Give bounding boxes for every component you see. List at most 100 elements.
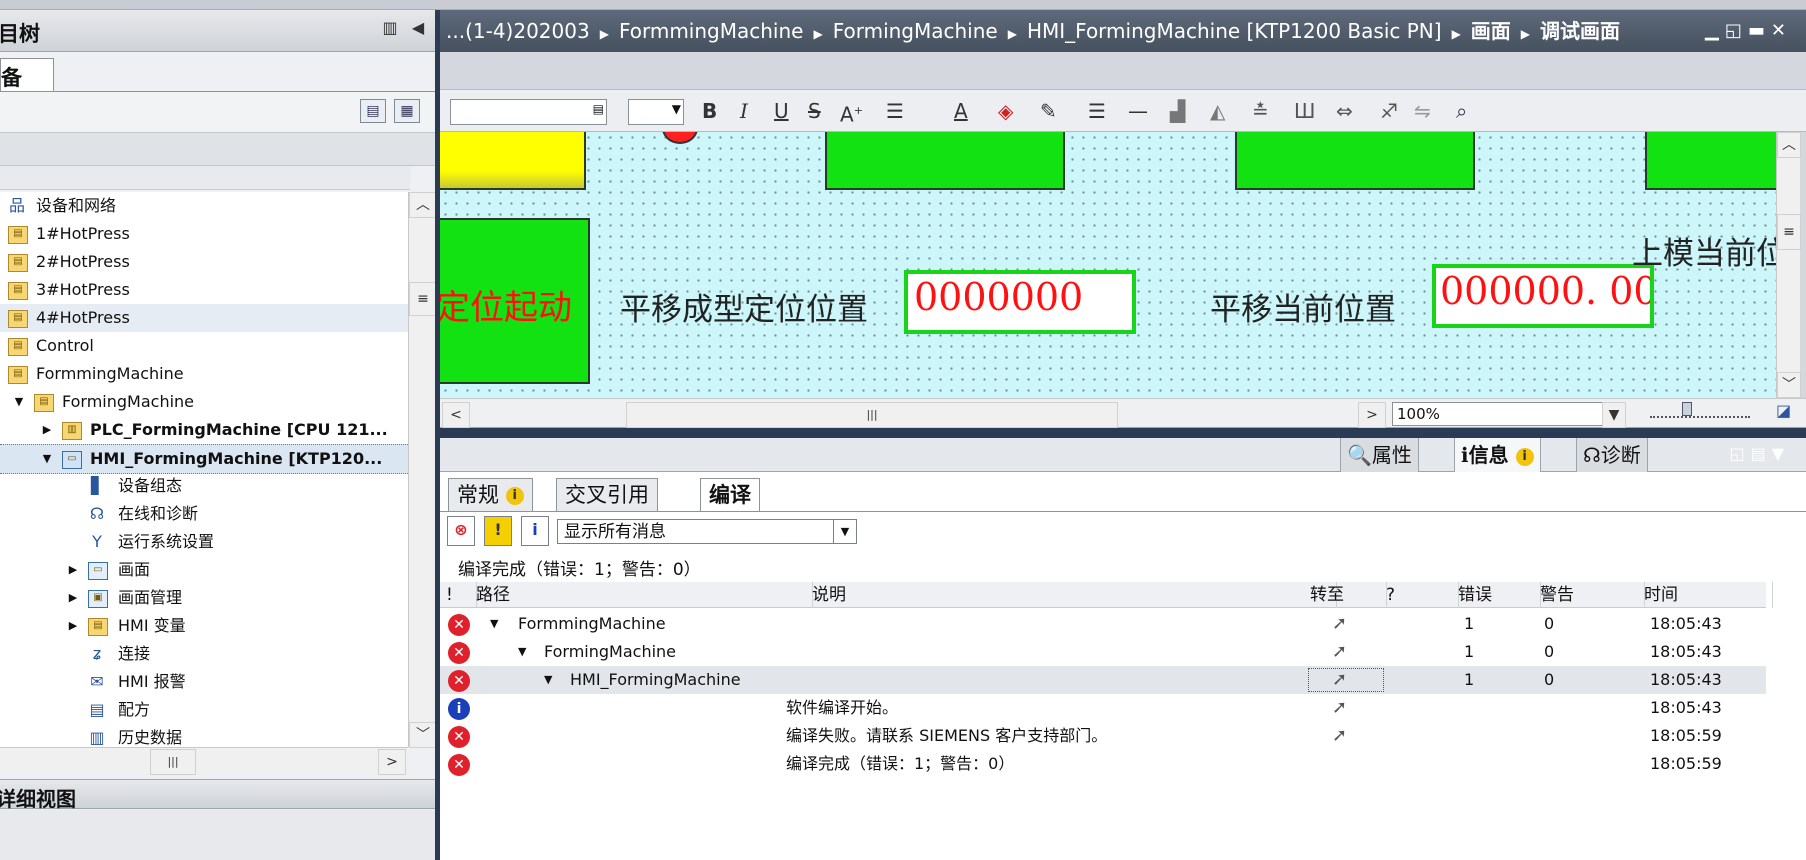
zoom-select[interactable]: 100% xyxy=(1392,402,1606,426)
tree-item-hmi-tags[interactable]: ▶ ▤ HMI 变量 xyxy=(0,612,408,640)
pane-layout-icon[interactable]: ▥ xyxy=(380,18,400,40)
col-path[interactable]: 路径 xyxy=(470,582,813,608)
expand-right-icon[interactable]: ▶ xyxy=(66,612,80,640)
tree-item-screen-management[interactable]: ▶ ▣ 画面管理 xyxy=(0,584,408,612)
zoom-slider[interactable] xyxy=(1650,406,1750,418)
minimize-icon[interactable]: ▁ xyxy=(1705,20,1725,41)
breadcrumb-item[interactable]: HMI_FormingMachine [KTP1200 Basic PN] xyxy=(1027,19,1442,43)
goto-arrow-icon[interactable]: ➚ xyxy=(1332,666,1347,694)
tree-item-plc[interactable]: ▶ ▥ PLC_FormingMachine [CPU 121... xyxy=(0,416,408,444)
tree-item-4-hotpress[interactable]: ▤ 4#HotPress xyxy=(0,304,408,332)
fill-color-icon[interactable]: ◈ xyxy=(998,98,1013,124)
zoom-fit-icon[interactable]: ◪ xyxy=(1776,401,1794,421)
tree-item-recipes[interactable]: ▤ 配方 xyxy=(0,696,408,724)
tree-item-control[interactable]: ▤ Control xyxy=(0,332,408,360)
tree-item-screens[interactable]: ▶ ▭ 画面 xyxy=(0,556,408,584)
breadcrumb-item[interactable]: 画面 xyxy=(1471,19,1511,43)
line-color-icon[interactable]: ✎ xyxy=(1040,98,1057,124)
same-size-icon[interactable]: ⇔ xyxy=(1336,98,1353,124)
hscroll-thumb[interactable]: ||| xyxy=(150,749,196,775)
message-row[interactable]: i 软件编译开始。 ➚ 18:05:43 xyxy=(440,694,1766,722)
goto-arrow-icon[interactable]: ➚ xyxy=(1332,638,1347,666)
breadcrumb-item[interactable]: FormmingMachine xyxy=(619,19,804,43)
message-row[interactable]: ✕ ▼ FormmingMachine ➚ 1 0 18:05:43 xyxy=(440,610,1766,638)
scroll-right-icon[interactable]: > xyxy=(378,749,406,775)
font-color-icon[interactable]: A xyxy=(954,98,968,124)
message-row[interactable]: ✕ 编译失败。请联系 SIEMENS 客户支持部门。 ➚ 18:05:59 xyxy=(440,722,1766,750)
red-indicator-lamp[interactable] xyxy=(662,132,698,144)
scroll-down-icon[interactable]: ﹀ xyxy=(409,722,437,748)
tree-item-formingmachine[interactable]: ▼ ▤ FormingMachine xyxy=(0,388,408,416)
tree-item-historical-data[interactable]: ▥ 历史数据 xyxy=(0,724,408,747)
format-painter-icon[interactable]: ♐ xyxy=(1380,98,1398,124)
translate-forming-position-field[interactable]: 0000000 xyxy=(904,270,1136,334)
scroll-down-icon[interactable]: ﹀ xyxy=(1777,372,1801,398)
tab-properties[interactable]: 🔍属性 xyxy=(1340,438,1419,472)
tab-info[interactable]: ℹ信息 i xyxy=(1454,438,1541,472)
expand-down-icon[interactable]: ▼ xyxy=(518,638,526,666)
hmi-screen-canvas[interactable]: 定位起动 平移成型定位位置 0000000 平移当前位置 000000. 00 … xyxy=(440,132,1776,398)
rotate-icon[interactable]: ◭ xyxy=(1210,98,1225,124)
tree-item-2-hotpress[interactable]: ▤ 2#HotPress xyxy=(0,248,408,276)
bold-button[interactable]: B xyxy=(702,98,717,124)
collapse-left-icon[interactable]: ◀ xyxy=(408,18,428,40)
tab-diagnostics[interactable]: ☊诊断 xyxy=(1576,438,1648,472)
expand-right-icon[interactable]: ▶ xyxy=(66,584,80,612)
goto-arrow-icon[interactable]: ➚ xyxy=(1332,722,1347,750)
scroll-up-icon[interactable]: ︿ xyxy=(1777,132,1801,158)
green-button-block[interactable] xyxy=(1645,132,1776,190)
subtab-compile[interactable]: 编译 xyxy=(700,478,760,512)
tree-item-hmi-alarms[interactable]: ✉ HMI 报警 xyxy=(0,668,408,696)
canvas-vertical-scrollbar[interactable]: ︿ ≡ ﹀ xyxy=(1776,132,1801,398)
green-button-block[interactable] xyxy=(1235,132,1475,190)
text-size-icon[interactable]: A+ xyxy=(840,98,863,127)
overview-icon[interactable]: ▤ xyxy=(360,99,386,123)
expand-down-icon[interactable]: ▼ xyxy=(544,666,552,694)
filter-errors-icon[interactable]: ⊗ xyxy=(447,516,475,546)
zoom-slider-handle[interactable] xyxy=(1682,402,1692,416)
expand-down-icon[interactable]: ▼ xyxy=(12,388,26,416)
expand-down-icon[interactable]: ▼ xyxy=(40,445,54,473)
scroll-thumb[interactable]: ≡ xyxy=(1777,214,1801,250)
font-size-select[interactable]: ▼ xyxy=(628,99,684,125)
align-icon[interactable]: ☰ xyxy=(886,98,904,124)
align-objects-icon[interactable]: ≛ xyxy=(1252,98,1269,124)
tree-item-device-config[interactable]: ▋ 设备组态 xyxy=(0,472,408,500)
scroll-thumb[interactable]: ≡ xyxy=(409,282,437,316)
inspector-window-controls[interactable]: ◱▤▼ xyxy=(1729,444,1790,463)
chevron-down-icon[interactable]: ▼ xyxy=(1602,402,1626,428)
tab-devices[interactable]: 备 xyxy=(0,58,54,92)
italic-button[interactable]: I xyxy=(740,98,748,124)
maximize-icon[interactable]: ▬ xyxy=(1748,20,1771,41)
tree-item-devices-networks[interactable]: 品 设备和网络 xyxy=(0,192,408,220)
subtab-cross-references[interactable]: 交叉引用 xyxy=(556,478,658,512)
translate-current-position-field[interactable]: 000000. 00 xyxy=(1432,264,1654,328)
tree-item-3-hotpress[interactable]: ▤ 3#HotPress xyxy=(0,276,408,304)
tree-item-formmingmachine[interactable]: ▤ FormmingMachine xyxy=(0,360,408,388)
col-errors[interactable]: 错误 xyxy=(1452,582,1541,608)
float-icon[interactable]: ◱ xyxy=(1725,20,1748,41)
filter-warnings-icon[interactable]: ! xyxy=(484,516,512,546)
tree-vertical-scrollbar[interactable]: ︿ ≡ ﹀ xyxy=(408,192,437,748)
tree-item-runtime-settings[interactable]: Y 运行系统设置 xyxy=(0,528,408,556)
new-item-icon[interactable]: ▦ xyxy=(394,99,420,123)
tree-item-online-diagnostics[interactable]: ☊ 在线和诊断 xyxy=(0,500,408,528)
message-filter-select[interactable]: 显示所有消息 ▼ xyxy=(557,519,857,544)
hscroll-thumb[interactable]: ||| xyxy=(626,402,1118,428)
strikethrough-button[interactable]: S xyxy=(808,98,821,124)
line-style-icon[interactable]: — xyxy=(1128,98,1148,124)
layer-icon[interactable]: ⇋ xyxy=(1414,98,1431,124)
col-description[interactable]: 说明 xyxy=(806,582,1337,608)
inspector-splitter[interactable] xyxy=(440,428,1806,438)
tree-item-connections[interactable]: ʑ 连接 xyxy=(0,640,408,668)
message-row[interactable]: ✕ 编译完成（错误：1；警告：0） 18:05:59 xyxy=(440,750,1766,778)
subtab-general[interactable]: 常规 i xyxy=(448,478,533,512)
expand-down-icon[interactable]: ▼ xyxy=(490,610,498,638)
arrange-icon[interactable]: ▟ xyxy=(1170,98,1185,124)
message-row[interactable]: ✕ ▼ HMI_FormingMachine ➚ 1 0 18:05:43 xyxy=(440,666,1766,694)
canvas-horizontal-scrollbar[interactable]: < ||| > 100% ▼ ◪ xyxy=(440,398,1806,428)
tree-item-1-hotpress[interactable]: ▤ 1#HotPress xyxy=(0,220,408,248)
distribute-icon[interactable]: Ш xyxy=(1294,98,1315,124)
breadcrumb-item[interactable]: ...(1-4)202003 xyxy=(446,19,590,43)
col-warnings[interactable]: 警告 xyxy=(1534,582,1645,608)
